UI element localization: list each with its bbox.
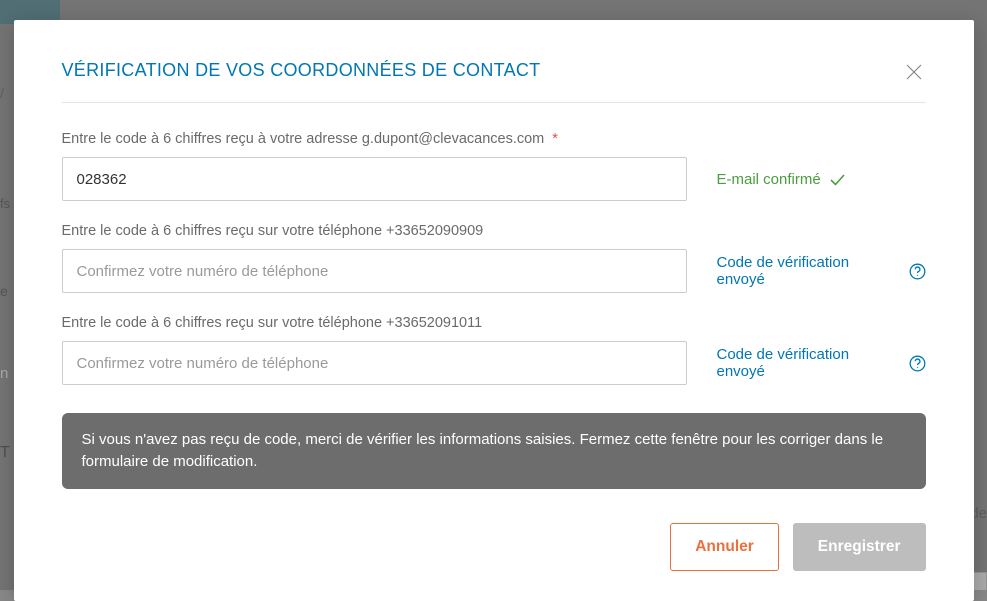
email-code-field-group: Entre le code à 6 chiffres reçu à votre … bbox=[62, 131, 926, 201]
phone1-code-sent-status: Code de vérification envoyé bbox=[717, 254, 926, 288]
label-text: Entre le code à 6 chiffres reçu sur votr… bbox=[62, 315, 483, 331]
help-icon bbox=[909, 355, 926, 372]
modal-overlay: VÉRIFICATION DE VOS COORDONNÉES DE CONTA… bbox=[0, 0, 987, 590]
required-mark: * bbox=[552, 131, 558, 147]
verification-modal: VÉRIFICATION DE VOS COORDONNÉES DE CONTA… bbox=[14, 20, 974, 601]
help-icon bbox=[909, 263, 926, 280]
phone1-code-input[interactable] bbox=[62, 249, 687, 293]
phone1-code-label: Entre le code à 6 chiffres reçu sur votr… bbox=[62, 223, 926, 239]
label-text: Entre le code à 6 chiffres reçu sur votr… bbox=[62, 223, 484, 239]
modal-footer: Annuler Enregistrer bbox=[62, 523, 926, 571]
modal-title: VÉRIFICATION DE VOS COORDONNÉES DE CONTA… bbox=[62, 60, 541, 81]
status-text: Code de vérification envoyé bbox=[717, 346, 901, 380]
phone2-code-sent-status: Code de vérification envoyé bbox=[717, 346, 926, 380]
email-confirmed-status: E-mail confirmé bbox=[717, 171, 846, 188]
save-button[interactable]: Enregistrer bbox=[793, 523, 926, 571]
phone2-code-input[interactable] bbox=[62, 341, 687, 385]
status-text: Code de vérification envoyé bbox=[717, 254, 901, 288]
email-code-input[interactable] bbox=[62, 157, 687, 201]
info-banner: Si vous n'avez pas reçu de code, merci d… bbox=[62, 413, 926, 489]
close-icon bbox=[906, 64, 922, 80]
label-text: Entre le code à 6 chiffres reçu à votre … bbox=[62, 131, 545, 147]
field-row: Code de vérification envoyé bbox=[62, 341, 926, 385]
phone1-code-field-group: Entre le code à 6 chiffres reçu sur votr… bbox=[62, 223, 926, 293]
close-button[interactable] bbox=[902, 60, 926, 84]
check-icon bbox=[829, 171, 846, 188]
status-text: E-mail confirmé bbox=[717, 171, 821, 188]
phone2-code-label: Entre le code à 6 chiffres reçu sur votr… bbox=[62, 315, 926, 331]
field-row: Code de vérification envoyé bbox=[62, 249, 926, 293]
modal-header: VÉRIFICATION DE VOS COORDONNÉES DE CONTA… bbox=[62, 60, 926, 103]
cancel-button[interactable]: Annuler bbox=[670, 523, 779, 571]
field-row: E-mail confirmé bbox=[62, 157, 926, 201]
email-code-label: Entre le code à 6 chiffres reçu à votre … bbox=[62, 131, 926, 147]
phone2-code-field-group: Entre le code à 6 chiffres reçu sur votr… bbox=[62, 315, 926, 385]
